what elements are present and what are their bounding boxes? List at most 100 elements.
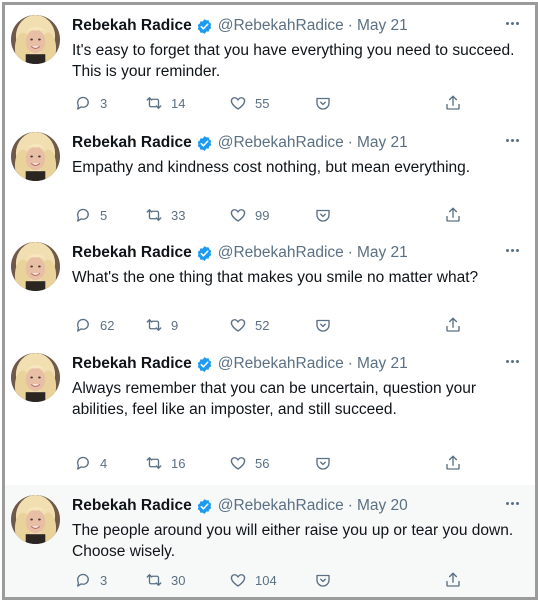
like-button[interactable]: 104 — [229, 570, 277, 590]
reply-icon — [74, 316, 92, 334]
analytics-icon — [314, 206, 332, 224]
more-icon[interactable] — [502, 493, 522, 513]
share-icon — [444, 454, 462, 472]
avatar[interactable] — [11, 132, 60, 181]
share-icon — [444, 316, 462, 334]
retweets-count: 9 — [171, 317, 179, 333]
retweet-icon — [145, 94, 163, 112]
author-name[interactable]: Rebekah Radice — [72, 497, 192, 515]
retweet-icon — [145, 571, 163, 589]
reply-icon — [74, 94, 92, 112]
tweet-actions: 3 14 55 — [74, 93, 474, 113]
more-icon[interactable] — [502, 130, 522, 150]
reply-button[interactable]: 62 — [74, 315, 114, 335]
analytics-button[interactable] — [314, 570, 332, 590]
retweet-button[interactable]: 14 — [145, 93, 185, 113]
share-icon — [444, 206, 462, 224]
avatar[interactable] — [11, 15, 60, 64]
tweet[interactable]: Rebekah Radice @RebekahRadice · May 21 Empat… — [5, 122, 535, 233]
share-button[interactable] — [444, 93, 462, 113]
author-name[interactable]: Rebekah Radice — [72, 134, 192, 152]
reply-button[interactable]: 3 — [74, 570, 107, 590]
verified-badge-icon — [196, 245, 213, 262]
reply-button[interactable]: 5 — [74, 205, 107, 225]
author-name[interactable]: Rebekah Radice — [72, 355, 192, 373]
like-button[interactable]: 99 — [229, 205, 269, 225]
like-button[interactable]: 52 — [229, 315, 269, 335]
verified-badge-icon — [196, 498, 213, 515]
tweet-text: It's easy to forget that you have everyt… — [72, 42, 515, 80]
reply-icon — [74, 206, 92, 224]
replies-count: 3 — [100, 95, 108, 111]
retweet-icon — [145, 316, 163, 334]
retweets-count: 16 — [171, 455, 186, 471]
avatar[interactable] — [11, 495, 60, 544]
verified-badge-icon — [196, 18, 213, 35]
tweet-date[interactable]: May 21 — [357, 355, 408, 373]
tweet[interactable]: Rebekah Radice @RebekahRadice · May 21 It's … — [5, 5, 535, 123]
share-button[interactable] — [444, 205, 462, 225]
like-button[interactable]: 55 — [229, 93, 269, 113]
retweet-button[interactable]: 33 — [145, 205, 185, 225]
avatar[interactable] — [11, 242, 60, 291]
likes-count: 52 — [255, 317, 270, 333]
author-handle[interactable]: @RebekahRadice — [218, 497, 344, 515]
more-icon[interactable] — [502, 13, 522, 33]
separator-dot: · — [347, 17, 353, 34]
tweet-date[interactable]: May 21 — [357, 17, 408, 35]
tweet-date[interactable]: May 21 — [357, 244, 408, 262]
analytics-button[interactable] — [314, 93, 332, 113]
avatar-image — [11, 15, 60, 64]
author-name[interactable]: Rebekah Radice — [72, 244, 192, 262]
replies-count: 5 — [100, 207, 108, 223]
retweet-button[interactable]: 30 — [145, 570, 185, 590]
tweet[interactable]: Rebekah Radice @RebekahRadice · May 21 What'… — [5, 232, 535, 344]
tweet-text: Always remember that you can be uncertai… — [72, 380, 477, 418]
author-handle[interactable]: @RebekahRadice — [218, 355, 344, 373]
tweet-actions: 5 33 99 — [74, 205, 474, 225]
reply-button[interactable]: 3 — [74, 93, 107, 113]
separator-dot: · — [347, 244, 353, 261]
avatar-image — [11, 353, 60, 402]
author-handle[interactable]: @RebekahRadice — [218, 134, 344, 152]
share-button[interactable] — [444, 315, 462, 335]
tweet-date[interactable]: May 20 — [357, 497, 408, 515]
analytics-button[interactable] — [314, 205, 332, 225]
tweet-header: Rebekah Radice @RebekahRadice · May 20 — [72, 496, 408, 516]
tweet-text: Empathy and kindness cost nothing, but m… — [72, 159, 471, 176]
author-handle[interactable]: @RebekahRadice — [218, 17, 344, 35]
like-icon — [229, 571, 247, 589]
tweet-text: What's the one thing that makes you smil… — [72, 269, 479, 286]
analytics-button[interactable] — [314, 315, 332, 335]
reply-icon — [74, 454, 92, 472]
share-icon — [444, 571, 462, 589]
avatar-image — [11, 495, 60, 544]
tweet[interactable]: Rebekah Radice @RebekahRadice · May 20 The p… — [5, 485, 535, 597]
author-handle[interactable]: @RebekahRadice — [218, 244, 344, 262]
tweet-header: Rebekah Radice @RebekahRadice · May 21 — [72, 354, 408, 374]
share-button[interactable] — [444, 453, 462, 473]
tweet-actions: 4 16 56 — [74, 453, 474, 473]
tweet[interactable]: Rebekah Radice @RebekahRadice · May 21 Alway… — [5, 343, 535, 486]
likes-count: 99 — [255, 207, 270, 223]
timeline: Rebekah Radice @RebekahRadice · May 21 It's … — [2, 2, 538, 600]
tweet-date[interactable]: May 21 — [357, 134, 408, 152]
avatar[interactable] — [11, 353, 60, 402]
retweet-button[interactable]: 9 — [145, 315, 178, 335]
tweet-header: Rebekah Radice @RebekahRadice · May 21 — [72, 243, 408, 263]
share-button[interactable] — [444, 570, 462, 590]
share-icon — [444, 94, 462, 112]
author-name[interactable]: Rebekah Radice — [72, 17, 192, 35]
like-button[interactable]: 56 — [229, 453, 269, 473]
retweet-button[interactable]: 16 — [145, 453, 185, 473]
more-icon[interactable] — [502, 240, 522, 260]
replies-count: 4 — [100, 455, 108, 471]
likes-count: 104 — [255, 572, 277, 588]
retweet-icon — [145, 206, 163, 224]
verified-badge-icon — [196, 18, 213, 35]
reply-button[interactable]: 4 — [74, 453, 107, 473]
likes-count: 55 — [255, 95, 270, 111]
analytics-button[interactable] — [314, 453, 332, 473]
analytics-icon — [314, 316, 332, 334]
more-icon[interactable] — [502, 351, 522, 371]
